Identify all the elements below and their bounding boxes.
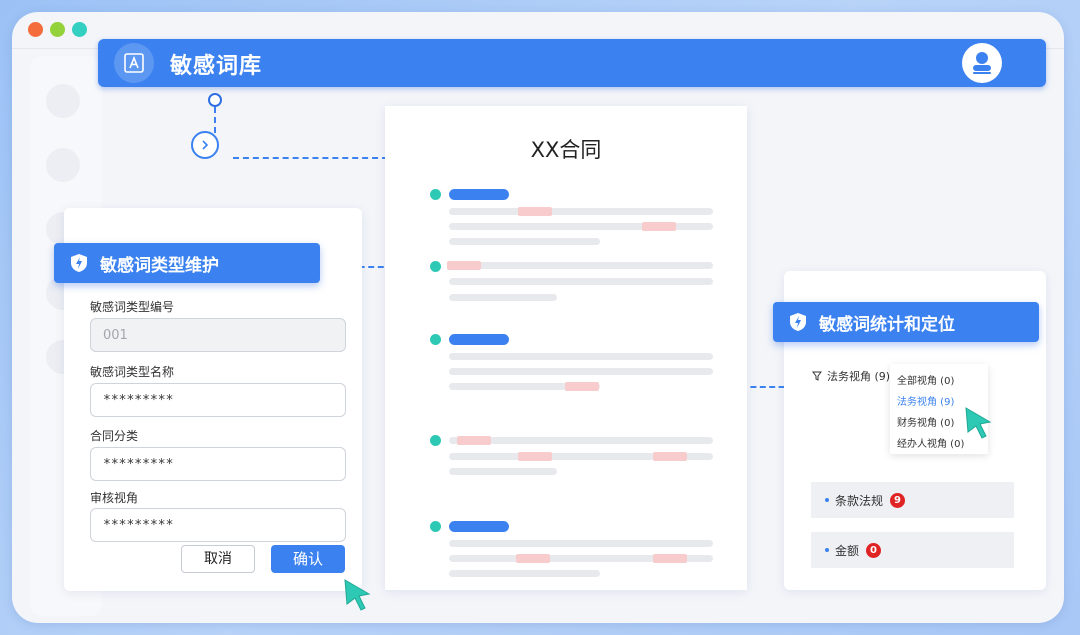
stat-item[interactable]: 条款法规 9: [811, 482, 1014, 518]
dropdown-option-selected[interactable]: 法务视角 (9): [897, 393, 954, 408]
text-line: [449, 368, 713, 375]
shield-lightning-icon: [70, 253, 88, 273]
stats-banner: 敏感词统计和定位: [773, 302, 1039, 342]
app-header: 敏感词库: [98, 39, 1046, 87]
chevron-right-icon: [202, 140, 209, 150]
type-maintenance-banner: 敏感词类型维护: [54, 243, 320, 283]
text-line: [449, 353, 713, 360]
count-badge: 9: [890, 492, 906, 508]
side-nav-item[interactable]: [46, 84, 80, 118]
sensitive-word-highlight[interactable]: [518, 452, 552, 461]
stat-item-label: 条款法规: [835, 493, 884, 508]
text-line: [449, 294, 557, 301]
text-line: [449, 208, 713, 215]
panel-title: 敏感词类型维护: [100, 255, 219, 276]
window-minimize-button[interactable]: [50, 22, 65, 37]
expand-button[interactable]: [191, 131, 219, 159]
dropdown-option[interactable]: 全部视角 (0): [897, 372, 954, 387]
sensitive-word-highlight[interactable]: [565, 382, 599, 391]
text-line: [449, 238, 600, 245]
paragraph-bullet: [430, 435, 441, 446]
connector-line: [233, 157, 388, 159]
stat-item-label: 金额: [835, 543, 860, 558]
field-label-type-name: 敏感词类型名称: [90, 365, 175, 379]
dropdown-option[interactable]: 财务视角 (0): [897, 414, 954, 429]
stats-title: 敏感词统计和定位: [819, 314, 955, 335]
sensitive-word-highlight[interactable]: [653, 554, 687, 563]
sensitive-word-highlight[interactable]: [516, 554, 550, 563]
paragraph-bullet: [430, 521, 441, 532]
perspective-filter[interactable]: 法务视角 (9): [812, 368, 890, 384]
paragraph-bullet: [430, 261, 441, 272]
type-name-field[interactable]: *********: [90, 383, 346, 417]
dropdown-option[interactable]: 经办人视角 (0): [897, 435, 964, 450]
sensitive-word-highlight[interactable]: [447, 261, 481, 270]
sensitive-word-highlight[interactable]: [653, 452, 687, 461]
page-title: 敏感词库: [170, 54, 263, 79]
text-line: [449, 262, 713, 269]
cancel-button[interactable]: 取消: [181, 545, 255, 573]
contract-category-field[interactable]: *********: [90, 447, 346, 481]
text-line: [449, 570, 600, 577]
type-code-field: 001: [90, 318, 346, 352]
paragraph-heading: [449, 189, 509, 200]
count-badge: 0: [866, 542, 882, 558]
paragraph-heading: [449, 334, 509, 345]
field-label-contract-category: 合同分类: [90, 429, 139, 443]
window-maximize-button[interactable]: [72, 22, 87, 37]
text-line: [449, 468, 557, 475]
paragraph-heading: [449, 521, 509, 532]
paragraph-bullet: [430, 334, 441, 345]
sensitive-word-highlight[interactable]: [457, 436, 491, 445]
confirm-button[interactable]: 确认: [271, 545, 345, 573]
stat-item[interactable]: 金额 0: [811, 532, 1014, 568]
sensitive-word-highlight[interactable]: [642, 222, 676, 231]
side-nav-item[interactable]: [46, 148, 80, 182]
text-line: [449, 540, 713, 547]
cursor-pointer-icon: [964, 406, 994, 444]
connector-line: [214, 107, 216, 133]
bullet-icon: [825, 548, 829, 552]
bullet-icon: [825, 498, 829, 502]
shield-lightning-icon: [789, 312, 807, 332]
filter-label: 法务视角 (9): [827, 370, 891, 383]
document-title: XX合同: [530, 138, 602, 162]
connector-node: [208, 93, 222, 107]
contract-document: XX合同: [385, 106, 747, 590]
field-label-review-perspective: 审核视角: [90, 491, 139, 505]
user-avatar-icon[interactable]: [962, 43, 1002, 83]
review-perspective-field[interactable]: *********: [90, 508, 346, 542]
filter-icon: [812, 371, 822, 381]
text-line: [449, 278, 713, 285]
sensitive-word-highlight[interactable]: [518, 207, 552, 216]
field-label-type-code: 敏感词类型编号: [90, 300, 175, 314]
window-close-button[interactable]: [28, 22, 43, 37]
cursor-pointer-icon: [343, 578, 373, 616]
font-a-icon: [114, 43, 154, 83]
paragraph-bullet: [430, 189, 441, 200]
